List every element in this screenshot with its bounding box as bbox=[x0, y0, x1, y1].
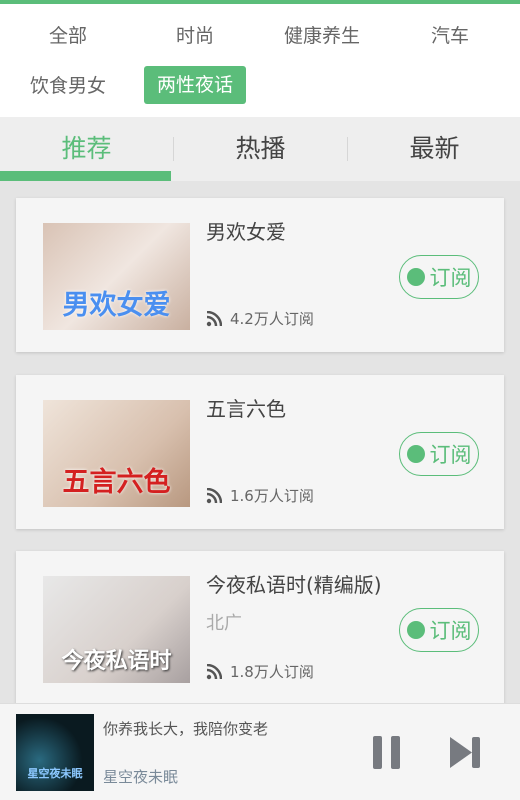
tab-hot[interactable]: 热播 bbox=[174, 117, 347, 181]
count-text: 1.8万人订阅 bbox=[230, 663, 314, 681]
subscriber-count: 4.2万人订阅 bbox=[206, 308, 314, 329]
track-title: 你养我长大，我陪你变老 bbox=[103, 720, 269, 738]
item-author: 北广 bbox=[206, 613, 242, 634]
subscribe-button[interactable]: 订阅 bbox=[399, 255, 479, 299]
category-bar: 全部 时尚 健康养生 汽车 饮食男女 两性夜话 bbox=[0, 4, 520, 117]
cover-image: 今夜私语时 bbox=[43, 576, 190, 683]
tab-recommended[interactable]: 推荐 bbox=[0, 117, 173, 181]
pause-icon[interactable] bbox=[372, 736, 402, 769]
subscribe-button[interactable]: 订阅 bbox=[399, 432, 479, 476]
category-fashion[interactable]: 时尚 bbox=[155, 17, 235, 55]
rss-icon bbox=[406, 621, 425, 639]
item-title: 今夜私语时(精编版) bbox=[206, 573, 382, 597]
tab-label: 热播 bbox=[235, 134, 286, 163]
subscriber-count: 1.8万人订阅 bbox=[206, 661, 314, 682]
active-tab-indicator bbox=[0, 171, 171, 181]
cover-image: 男欢女爱 bbox=[43, 223, 190, 330]
subscriber-count: 1.6万人订阅 bbox=[206, 485, 314, 506]
subscribe-label: 订阅 bbox=[429, 443, 472, 467]
cover-image: 五言六色 bbox=[43, 400, 190, 507]
rss-icon bbox=[206, 663, 222, 679]
subscribe-button[interactable]: 订阅 bbox=[399, 608, 479, 652]
subscribe-label: 订阅 bbox=[429, 266, 472, 290]
rss-icon bbox=[406, 268, 425, 286]
rss-icon bbox=[406, 445, 425, 463]
list-item[interactable]: 今夜私语时 今夜私语时(精编版) 北广 1.8万人订阅 订阅 bbox=[16, 551, 504, 705]
category-food[interactable]: 饮食男女 bbox=[18, 67, 118, 105]
track-artist: 星空夜未眠 bbox=[103, 768, 179, 786]
category-auto[interactable]: 汽车 bbox=[410, 17, 490, 55]
list-item[interactable]: 五言六色 五言六色 1.6万人订阅 订阅 bbox=[16, 375, 504, 529]
category-relationships[interactable]: 两性夜话 bbox=[144, 66, 246, 104]
tab-bar: 推荐 热播 最新 bbox=[0, 117, 520, 181]
subscribe-label: 订阅 bbox=[429, 619, 472, 643]
count-text: 1.6万人订阅 bbox=[230, 487, 314, 505]
mini-player[interactable]: 星空夜未眠 你养我长大，我陪你变老 星空夜未眠 bbox=[0, 703, 520, 800]
album-art: 星空夜未眠 bbox=[16, 714, 94, 791]
category-all[interactable]: 全部 bbox=[28, 17, 108, 55]
item-title: 五言六色 bbox=[206, 397, 286, 421]
category-health[interactable]: 健康养生 bbox=[272, 17, 372, 55]
tab-label: 推荐 bbox=[61, 134, 112, 163]
rss-icon bbox=[206, 310, 222, 326]
next-track-icon[interactable] bbox=[450, 737, 481, 768]
tab-latest[interactable]: 最新 bbox=[348, 117, 520, 181]
count-text: 4.2万人订阅 bbox=[230, 310, 314, 328]
item-title: 男欢女爱 bbox=[206, 220, 286, 244]
tab-label: 最新 bbox=[409, 134, 460, 163]
list-item[interactable]: 男欢女爱 男欢女爱 4.2万人订阅 订阅 bbox=[16, 198, 504, 352]
rss-icon bbox=[206, 487, 222, 503]
